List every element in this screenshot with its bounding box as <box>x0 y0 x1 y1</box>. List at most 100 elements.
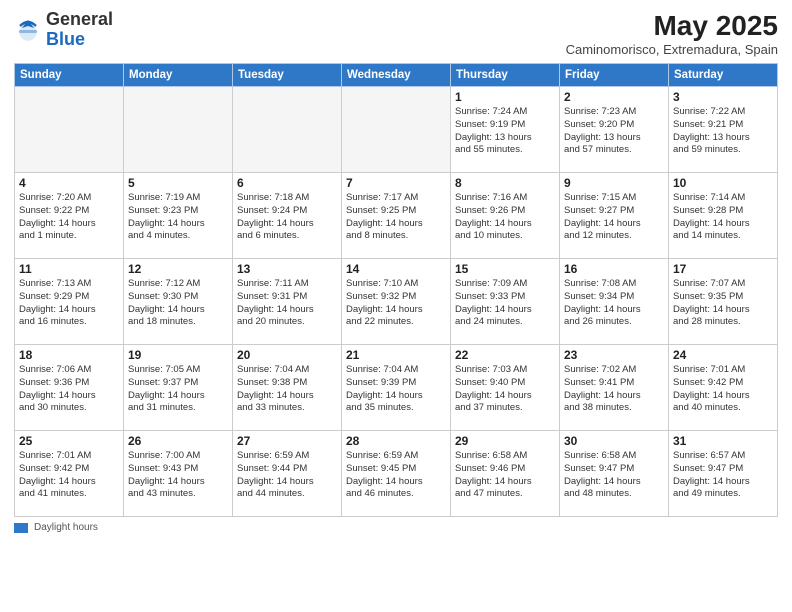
day-number: 28 <box>346 434 446 448</box>
day-info: Sunrise: 7:04 AM Sunset: 9:39 PM Dayligh… <box>346 364 446 415</box>
calendar-cell: 30Sunrise: 6:58 AM Sunset: 9:47 PM Dayli… <box>560 431 669 517</box>
day-info: Sunrise: 7:11 AM Sunset: 9:31 PM Dayligh… <box>237 278 337 329</box>
day-info: Sunrise: 6:59 AM Sunset: 9:44 PM Dayligh… <box>237 450 337 501</box>
day-info: Sunrise: 7:09 AM Sunset: 9:33 PM Dayligh… <box>455 278 555 329</box>
calendar-cell: 29Sunrise: 6:58 AM Sunset: 9:46 PM Dayli… <box>451 431 560 517</box>
logo-general-text: General <box>46 9 113 29</box>
calendar-cell: 10 Sunrise: 7:14 AM Sunset: 9:28 PM Dayli… <box>669 173 778 259</box>
calendar-cell: 4 Sunrise: 7:20 AM Sunset: 9:22 PM Daylig… <box>15 173 124 259</box>
col-header-sunday: Sunday <box>15 64 124 87</box>
day-info: Sunrise: 7:15 AM Sunset: 9:27 PM Dayligh… <box>564 192 664 243</box>
day-number: 17 <box>673 262 773 276</box>
day-info: Sunrise: 7:16 AM Sunset: 9:26 PM Dayligh… <box>455 192 555 243</box>
day-info: Sunrise: 7:18 AM Sunset: 9:24 PM Dayligh… <box>237 192 337 243</box>
day-number: 3 <box>673 90 773 104</box>
day-info: Sunrise: 7:20 AM Sunset: 9:22 PM Dayligh… <box>19 192 119 243</box>
day-info: Sunrise: 7:17 AM Sunset: 9:25 PM Dayligh… <box>346 192 446 243</box>
day-number: 19 <box>128 348 228 362</box>
day-number: 12 <box>128 262 228 276</box>
day-number: 26 <box>128 434 228 448</box>
calendar-cell: 25 Sunrise: 7:01 AM Sunset: 9:42 PM Dayli… <box>15 431 124 517</box>
calendar-cell: 20Sunrise: 7:04 AM Sunset: 9:38 PM Dayli… <box>233 345 342 431</box>
day-number: 24 <box>673 348 773 362</box>
col-header-tuesday: Tuesday <box>233 64 342 87</box>
calendar-cell: 6 Sunrise: 7:18 AM Sunset: 9:24 PM Daylig… <box>233 173 342 259</box>
day-info: Sunrise: 6:58 AM Sunset: 9:46 PM Dayligh… <box>455 450 555 501</box>
day-number: 25 <box>19 434 119 448</box>
calendar-cell: 28 Sunrise: 6:59 AM Sunset: 9:45 PM Dayli… <box>342 431 451 517</box>
calendar-cell: 7 Sunrise: 7:17 AM Sunset: 9:25 PM Daylig… <box>342 173 451 259</box>
day-info: Sunrise: 7:23 AM Sunset: 9:20 PM Dayligh… <box>564 106 664 157</box>
calendar-cell <box>15 87 124 173</box>
day-number: 4 <box>19 176 119 190</box>
calendar-cell: 13 Sunrise: 7:11 AM Sunset: 9:31 PM Dayli… <box>233 259 342 345</box>
day-info: Sunrise: 7:24 AM Sunset: 9:19 PM Dayligh… <box>455 106 555 157</box>
day-info: Sunrise: 7:00 AM Sunset: 9:43 PM Dayligh… <box>128 450 228 501</box>
day-number: 22 <box>455 348 555 362</box>
calendar-cell: 11Sunrise: 7:13 AM Sunset: 9:29 PM Dayli… <box>15 259 124 345</box>
calendar-cell: 15 Sunrise: 7:09 AM Sunset: 9:33 PM Dayli… <box>451 259 560 345</box>
calendar-week-0: 1 Sunrise: 7:24 AM Sunset: 9:19 PM Daylig… <box>15 87 778 173</box>
day-number: 21 <box>346 348 446 362</box>
logo-blue-text: Blue <box>46 29 85 49</box>
calendar-cell: 22Sunrise: 7:03 AM Sunset: 9:40 PM Dayli… <box>451 345 560 431</box>
logo: General Blue <box>14 10 113 50</box>
day-info: Sunrise: 7:01 AM Sunset: 9:42 PM Dayligh… <box>19 450 119 501</box>
col-header-saturday: Saturday <box>669 64 778 87</box>
calendar-cell: 3 Sunrise: 7:22 AM Sunset: 9:21 PM Daylig… <box>669 87 778 173</box>
day-info: Sunrise: 7:22 AM Sunset: 9:21 PM Dayligh… <box>673 106 773 157</box>
day-info: Sunrise: 7:02 AM Sunset: 9:41 PM Dayligh… <box>564 364 664 415</box>
day-number: 14 <box>346 262 446 276</box>
col-header-thursday: Thursday <box>451 64 560 87</box>
col-header-monday: Monday <box>124 64 233 87</box>
day-number: 15 <box>455 262 555 276</box>
day-info: Sunrise: 7:01 AM Sunset: 9:42 PM Dayligh… <box>673 364 773 415</box>
day-info: Sunrise: 7:08 AM Sunset: 9:34 PM Dayligh… <box>564 278 664 329</box>
calendar-cell: 21 Sunrise: 7:04 AM Sunset: 9:39 PM Dayli… <box>342 345 451 431</box>
day-number: 9 <box>564 176 664 190</box>
calendar-cell: 1 Sunrise: 7:24 AM Sunset: 9:19 PM Daylig… <box>451 87 560 173</box>
header: General Blue May 2025 Caminomorisco, Ext… <box>14 10 778 57</box>
day-number: 13 <box>237 262 337 276</box>
day-info: Sunrise: 7:07 AM Sunset: 9:35 PM Dayligh… <box>673 278 773 329</box>
day-number: 27 <box>237 434 337 448</box>
calendar-cell: 12Sunrise: 7:12 AM Sunset: 9:30 PM Dayli… <box>124 259 233 345</box>
logo-icon <box>14 16 42 44</box>
calendar-cell: 9 Sunrise: 7:15 AM Sunset: 9:27 PM Daylig… <box>560 173 669 259</box>
col-header-friday: Friday <box>560 64 669 87</box>
day-info: Sunrise: 7:14 AM Sunset: 9:28 PM Dayligh… <box>673 192 773 243</box>
footer: Daylight hours <box>14 522 778 533</box>
day-number: 31 <box>673 434 773 448</box>
day-number: 6 <box>237 176 337 190</box>
day-number: 7 <box>346 176 446 190</box>
day-number: 10 <box>673 176 773 190</box>
calendar-table: SundayMondayTuesdayWednesdayThursdayFrid… <box>14 63 778 517</box>
calendar-cell: 19 Sunrise: 7:05 AM Sunset: 9:37 PM Dayli… <box>124 345 233 431</box>
logo-text: General Blue <box>46 10 113 50</box>
day-number: 8 <box>455 176 555 190</box>
calendar-week-3: 18 Sunrise: 7:06 AM Sunset: 9:36 PM Dayli… <box>15 345 778 431</box>
day-info: Sunrise: 6:57 AM Sunset: 9:47 PM Dayligh… <box>673 450 773 501</box>
day-info: Sunrise: 7:19 AM Sunset: 9:23 PM Dayligh… <box>128 192 228 243</box>
day-number: 1 <box>455 90 555 104</box>
calendar-cell: 5 Sunrise: 7:19 AM Sunset: 9:23 PM Daylig… <box>124 173 233 259</box>
day-number: 2 <box>564 90 664 104</box>
day-info: Sunrise: 6:59 AM Sunset: 9:45 PM Dayligh… <box>346 450 446 501</box>
calendar-cell: 18 Sunrise: 7:06 AM Sunset: 9:36 PM Dayli… <box>15 345 124 431</box>
calendar-cell <box>233 87 342 173</box>
day-number: 23 <box>564 348 664 362</box>
calendar-week-1: 4 Sunrise: 7:20 AM Sunset: 9:22 PM Daylig… <box>15 173 778 259</box>
calendar-cell: 31 Sunrise: 6:57 AM Sunset: 9:47 PM Dayli… <box>669 431 778 517</box>
calendar-cell <box>124 87 233 173</box>
day-info: Sunrise: 7:06 AM Sunset: 9:36 PM Dayligh… <box>19 364 119 415</box>
footer-row: Daylight hours <box>14 522 778 533</box>
calendar-cell: 23 Sunrise: 7:02 AM Sunset: 9:41 PM Dayli… <box>560 345 669 431</box>
calendar-cell: 27 Sunrise: 6:59 AM Sunset: 9:44 PM Dayli… <box>233 431 342 517</box>
calendar-cell: 26 Sunrise: 7:00 AM Sunset: 9:43 PM Dayli… <box>124 431 233 517</box>
day-info: Sunrise: 7:10 AM Sunset: 9:32 PM Dayligh… <box>346 278 446 329</box>
calendar-header-row: SundayMondayTuesdayWednesdayThursdayFrid… <box>15 64 778 87</box>
day-info: Sunrise: 7:05 AM Sunset: 9:37 PM Dayligh… <box>128 364 228 415</box>
day-number: 18 <box>19 348 119 362</box>
day-info: Sunrise: 6:58 AM Sunset: 9:47 PM Dayligh… <box>564 450 664 501</box>
day-number: 5 <box>128 176 228 190</box>
